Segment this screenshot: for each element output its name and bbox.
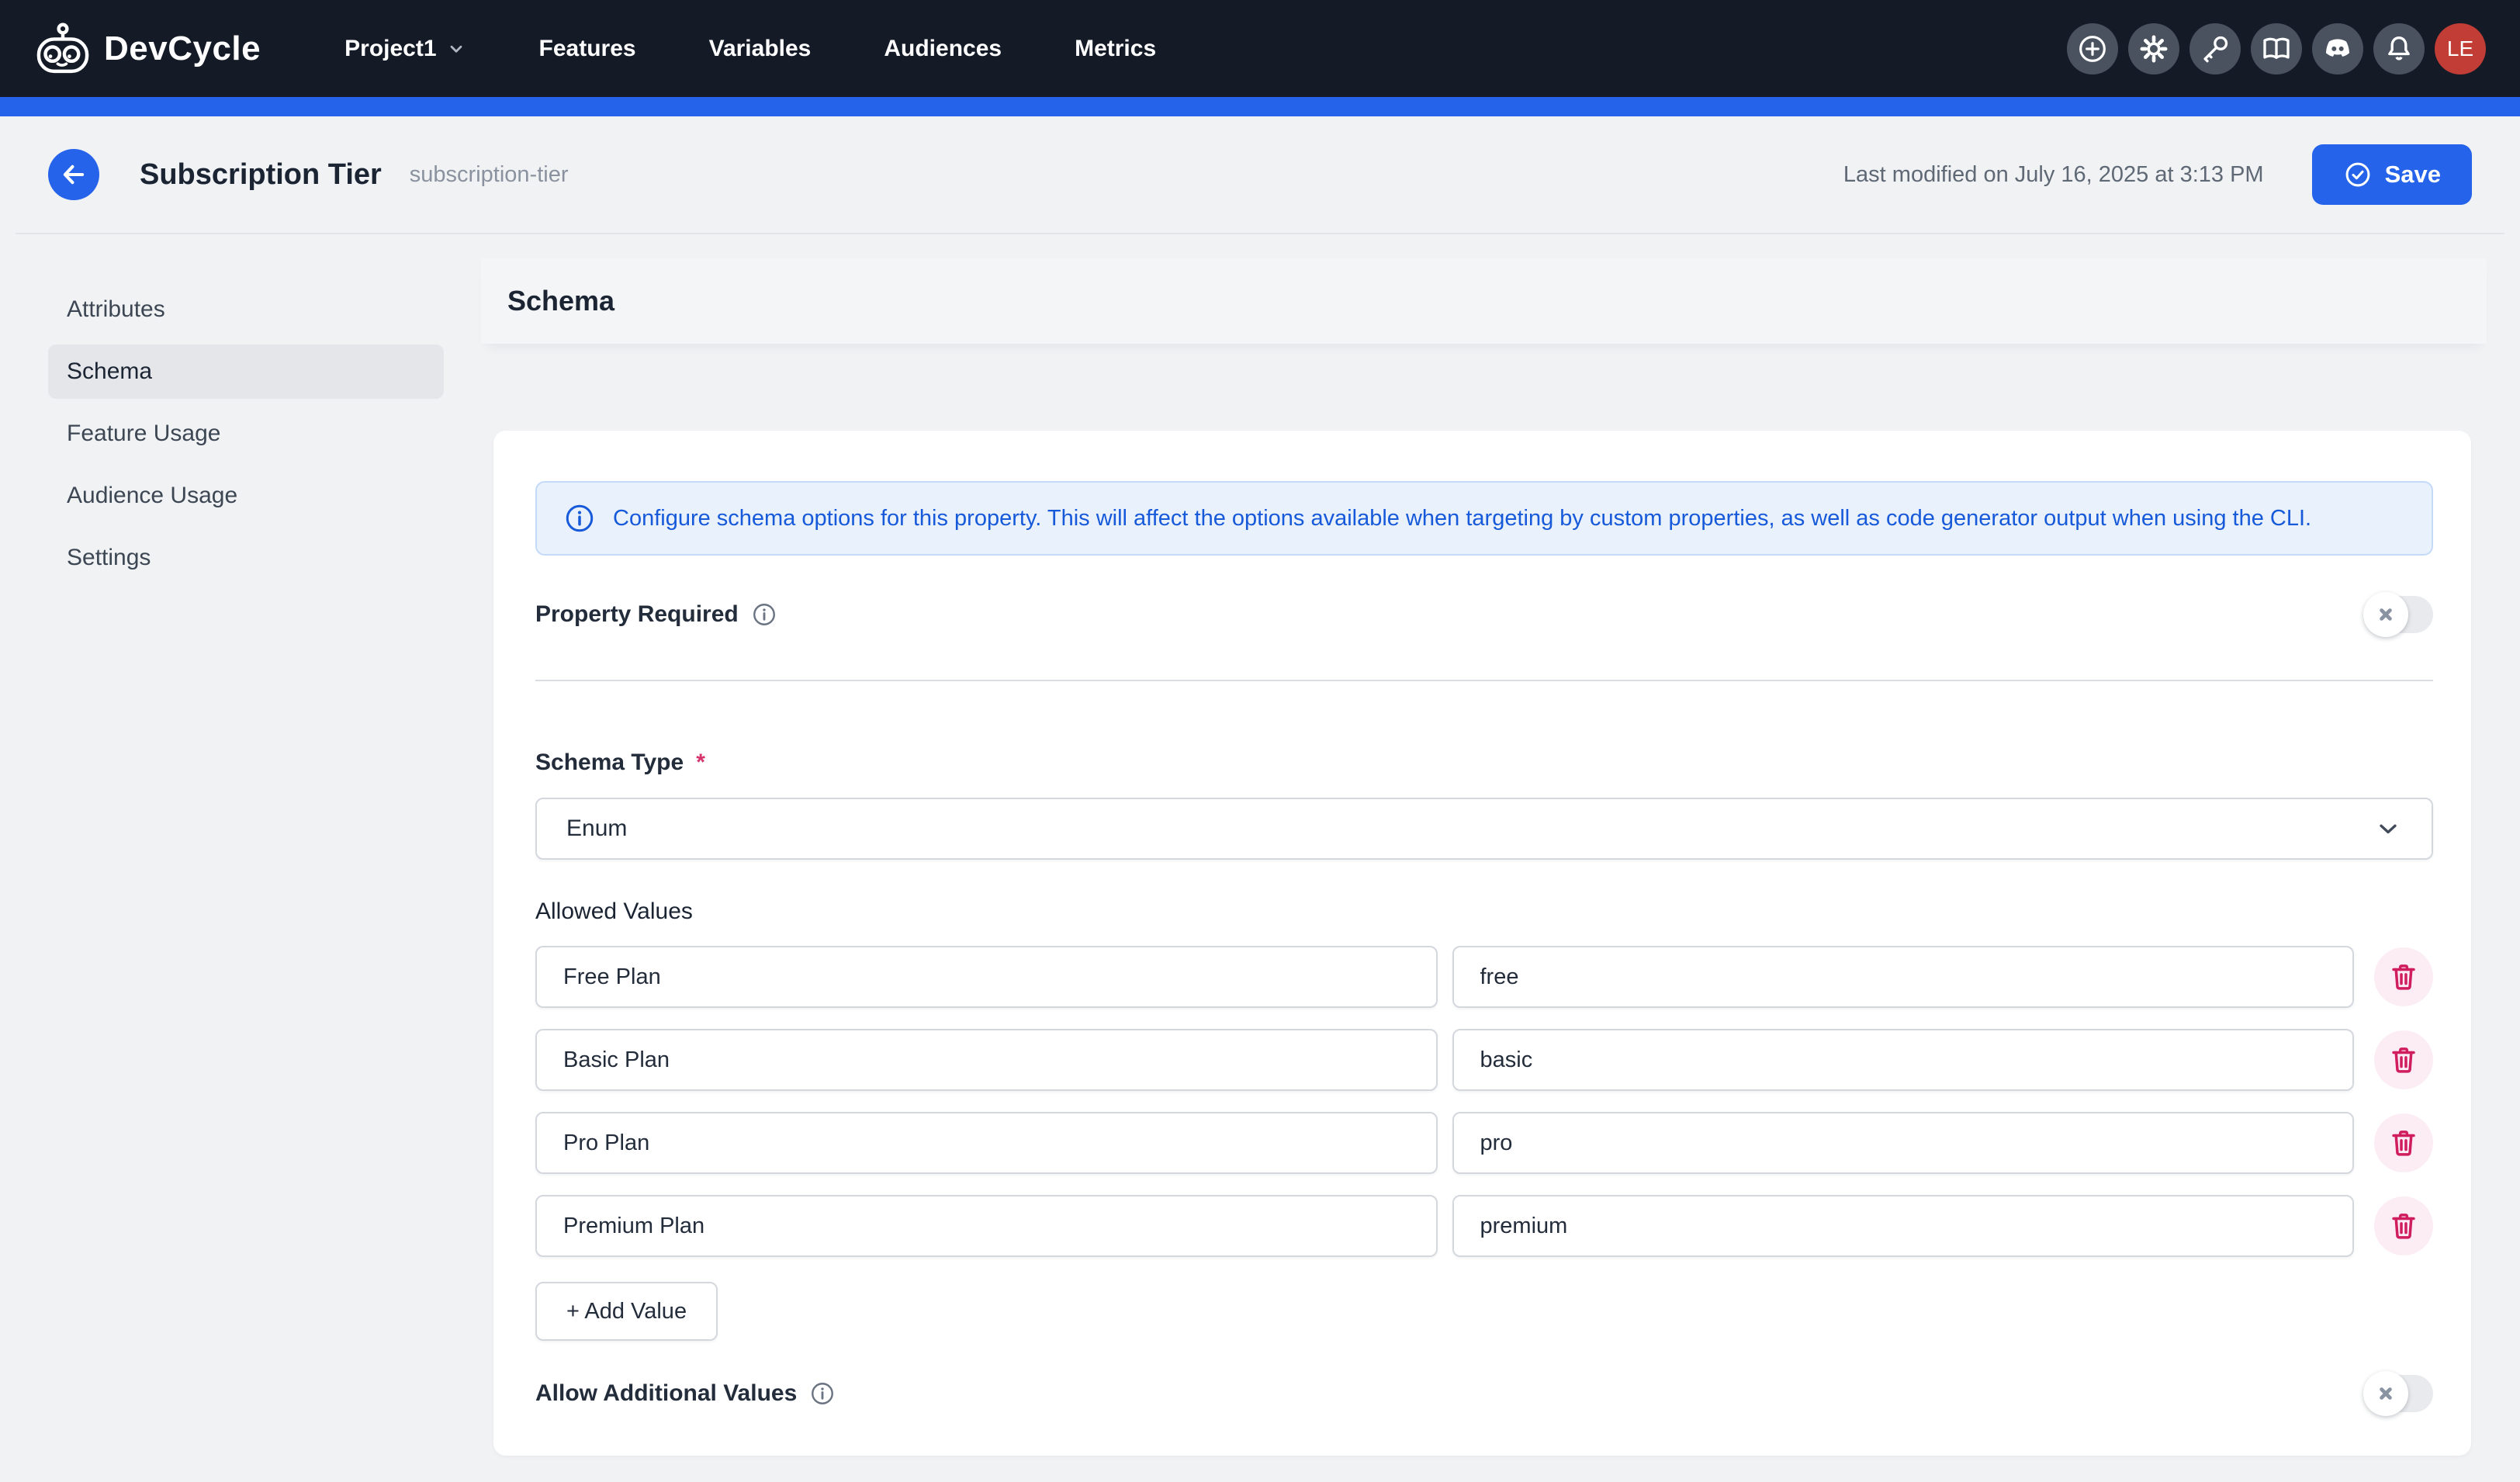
- navbar-actions: LE: [2067, 23, 2486, 74]
- info-banner-text: Configure schema options for this proper…: [613, 506, 2311, 532]
- nav-item-variables[interactable]: Variables: [709, 36, 812, 62]
- page-header: Subscription Tier subscription-tier Last…: [0, 116, 2520, 233]
- app-root: DevCycle Project1 Features Variables Aud…: [0, 0, 2520, 1482]
- info-tooltip-icon[interactable]: [809, 1380, 836, 1407]
- sidebar-item-attributes[interactable]: Attributes: [48, 282, 444, 337]
- page-slug: subscription-tier: [410, 162, 569, 188]
- property-required-label-group: Property Required: [535, 601, 777, 628]
- delete-value-button[interactable]: [2374, 947, 2433, 1006]
- user-avatar[interactable]: LE: [2435, 23, 2486, 74]
- devcycle-robot-icon: [34, 22, 92, 76]
- value-key-input[interactable]: [1452, 946, 2355, 1008]
- chevron-down-icon: [2374, 815, 2402, 843]
- info-banner: Configure schema options for this proper…: [535, 481, 2433, 556]
- toggle-knob: [2363, 592, 2408, 637]
- trash-icon: [2387, 961, 2420, 993]
- chevron-down-icon: [446, 39, 466, 59]
- schema-type-select[interactable]: Enum: [535, 798, 2433, 860]
- nav-item-project[interactable]: Project1: [344, 36, 466, 62]
- settings-sidebar: Attributes Schema Feature Usage Audience…: [0, 234, 481, 593]
- allowed-values-label: Allowed Values: [535, 899, 2433, 925]
- api-keys-button[interactable]: [2189, 23, 2241, 74]
- info-icon: [563, 502, 596, 535]
- delete-value-button[interactable]: [2374, 1113, 2433, 1172]
- logo-wordmark: DevCycle: [104, 29, 261, 68]
- nav-item-project-label: Project1: [344, 36, 436, 62]
- content-area: Attributes Schema Feature Usage Audience…: [0, 234, 2520, 1456]
- primary-nav: Project1 Features Variables Audiences Me…: [344, 36, 1156, 62]
- sidebar-item-audience-usage[interactable]: Audience Usage: [48, 469, 444, 523]
- arrow-left-icon: [59, 160, 88, 189]
- top-navbar: DevCycle Project1 Features Variables Aud…: [0, 0, 2520, 97]
- allow-additional-label-group: Allow Additional Values: [535, 1380, 836, 1407]
- value-key-input[interactable]: [1452, 1112, 2355, 1174]
- sidebar-item-settings[interactable]: Settings: [48, 531, 444, 585]
- key-icon: [2200, 33, 2231, 64]
- allowed-value-row: [535, 1112, 2433, 1174]
- value-label-input[interactable]: [535, 946, 1438, 1008]
- allowed-value-row: [535, 946, 2433, 1008]
- property-required-label: Property Required: [535, 601, 739, 628]
- create-button[interactable]: [2067, 23, 2118, 74]
- trash-icon: [2387, 1210, 2420, 1242]
- sidebar-item-schema[interactable]: Schema: [48, 345, 444, 399]
- allow-additional-row: Allow Additional Values: [535, 1375, 2433, 1412]
- save-button-label: Save: [2385, 161, 2441, 189]
- value-label-input[interactable]: [535, 1029, 1438, 1091]
- allow-additional-toggle[interactable]: [2365, 1375, 2433, 1412]
- value-label-input[interactable]: [535, 1195, 1438, 1257]
- sidebar-item-feature-usage[interactable]: Feature Usage: [48, 407, 444, 461]
- nav-item-audiences[interactable]: Audiences: [884, 36, 1002, 62]
- trash-icon: [2387, 1044, 2420, 1076]
- header-right: Last modified on July 16, 2025 at 3:13 P…: [1843, 144, 2472, 205]
- schema-type-label-group: Schema Type *: [535, 750, 2433, 776]
- docs-button[interactable]: [2251, 23, 2302, 74]
- x-icon: [2376, 604, 2396, 625]
- settings-button[interactable]: [2128, 23, 2179, 74]
- back-button[interactable]: [48, 149, 99, 200]
- info-tooltip-icon[interactable]: [751, 601, 777, 628]
- value-key-input[interactable]: [1452, 1195, 2355, 1257]
- notifications-button[interactable]: [2373, 23, 2425, 74]
- add-value-button[interactable]: + Add Value: [535, 1282, 718, 1341]
- delete-value-button[interactable]: [2374, 1030, 2433, 1089]
- property-required-toggle[interactable]: [2365, 596, 2433, 633]
- schema-type-label: Schema Type: [535, 750, 684, 776]
- save-button[interactable]: Save: [2312, 144, 2472, 205]
- allowed-value-row: [535, 1029, 2433, 1091]
- plus-circle-icon: [2077, 33, 2108, 64]
- check-circle-icon: [2343, 160, 2373, 189]
- section-title: Schema: [507, 285, 614, 317]
- toggle-knob: [2363, 1371, 2408, 1416]
- allow-additional-label: Allow Additional Values: [535, 1380, 797, 1407]
- allowed-value-row: [535, 1195, 2433, 1257]
- last-modified-text: Last modified on July 16, 2025 at 3:13 P…: [1843, 162, 2264, 188]
- accent-bar: [0, 97, 2520, 116]
- x-icon: [2376, 1383, 2396, 1404]
- value-label-input[interactable]: [535, 1112, 1438, 1174]
- trash-icon: [2387, 1127, 2420, 1159]
- schema-card: Configure schema options for this proper…: [493, 431, 2471, 1456]
- section-header: Schema: [481, 258, 2487, 344]
- required-asterisk: *: [696, 750, 705, 776]
- book-icon: [2261, 33, 2292, 64]
- property-required-row: Property Required: [535, 596, 2433, 633]
- main-panel: Schema Configure schema options for this…: [481, 234, 2520, 1456]
- section-divider: [535, 680, 2433, 681]
- gear-icon: [2138, 33, 2169, 64]
- schema-type-value: Enum: [566, 815, 627, 842]
- discord-icon: [2322, 33, 2353, 64]
- discord-button[interactable]: [2312, 23, 2363, 74]
- value-key-input[interactable]: [1452, 1029, 2355, 1091]
- bell-icon: [2383, 33, 2414, 64]
- nav-item-metrics[interactable]: Metrics: [1075, 36, 1156, 62]
- nav-item-features[interactable]: Features: [539, 36, 636, 62]
- delete-value-button[interactable]: [2374, 1196, 2433, 1255]
- page-title: Subscription Tier: [140, 158, 382, 192]
- devcycle-logo[interactable]: DevCycle: [34, 22, 261, 76]
